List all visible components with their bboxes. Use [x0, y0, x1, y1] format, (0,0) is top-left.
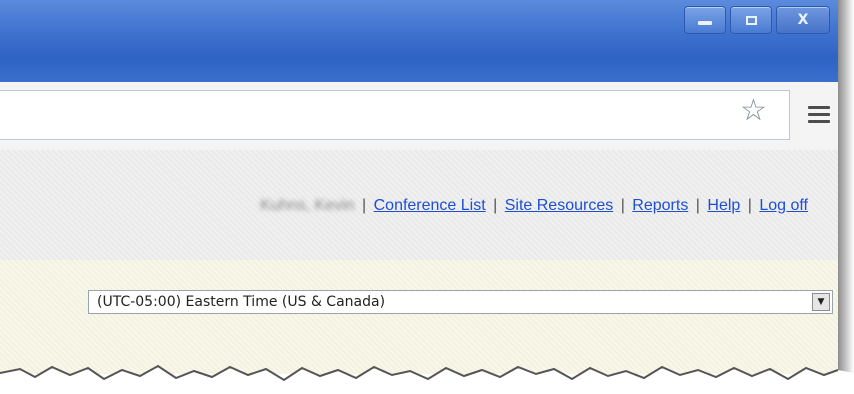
- close-button[interactable]: X: [776, 6, 830, 34]
- link-log-off[interactable]: Log off: [759, 197, 808, 214]
- address-bar: ☆: [0, 82, 838, 151]
- link-site-resources[interactable]: Site Resources: [505, 197, 614, 214]
- separator: |: [695, 197, 700, 214]
- chevron-down-icon[interactable]: ▼: [812, 293, 830, 311]
- minimize-button[interactable]: [684, 6, 726, 34]
- separator: |: [362, 197, 367, 214]
- maximize-button[interactable]: [730, 6, 772, 34]
- link-conference-list[interactable]: Conference List: [374, 197, 486, 214]
- timezone-selected-value: (UTC-05:00) Eastern Time (US & Canada): [97, 294, 386, 310]
- separator: |: [620, 197, 625, 214]
- link-reports[interactable]: Reports: [632, 197, 688, 214]
- timezone-select[interactable]: (UTC-05:00) Eastern Time (US & Canada) ▼: [88, 290, 833, 314]
- torn-edge: [0, 364, 854, 394]
- star-icon[interactable]: ☆: [740, 96, 767, 126]
- link-help[interactable]: Help: [707, 197, 740, 214]
- close-icon: X: [797, 12, 809, 28]
- window-titlebar: X: [0, 0, 838, 82]
- window-controls: X: [684, 6, 830, 34]
- maximize-icon: [745, 15, 757, 25]
- url-input[interactable]: [0, 90, 790, 140]
- separator: |: [493, 197, 498, 214]
- hamburger-menu-icon[interactable]: [808, 106, 830, 127]
- browser-window: X ☆ Kuhns, Kevin | Conference List | Sit…: [0, 0, 838, 374]
- user-name: Kuhns, Kevin: [260, 197, 355, 214]
- minimize-icon: [698, 21, 712, 25]
- site-header: Kuhns, Kevin | Conference List | Site Re…: [0, 150, 838, 261]
- header-links: Kuhns, Kevin | Conference List | Site Re…: [260, 197, 808, 215]
- window-shadow: [838, 0, 854, 374]
- separator: |: [747, 197, 752, 214]
